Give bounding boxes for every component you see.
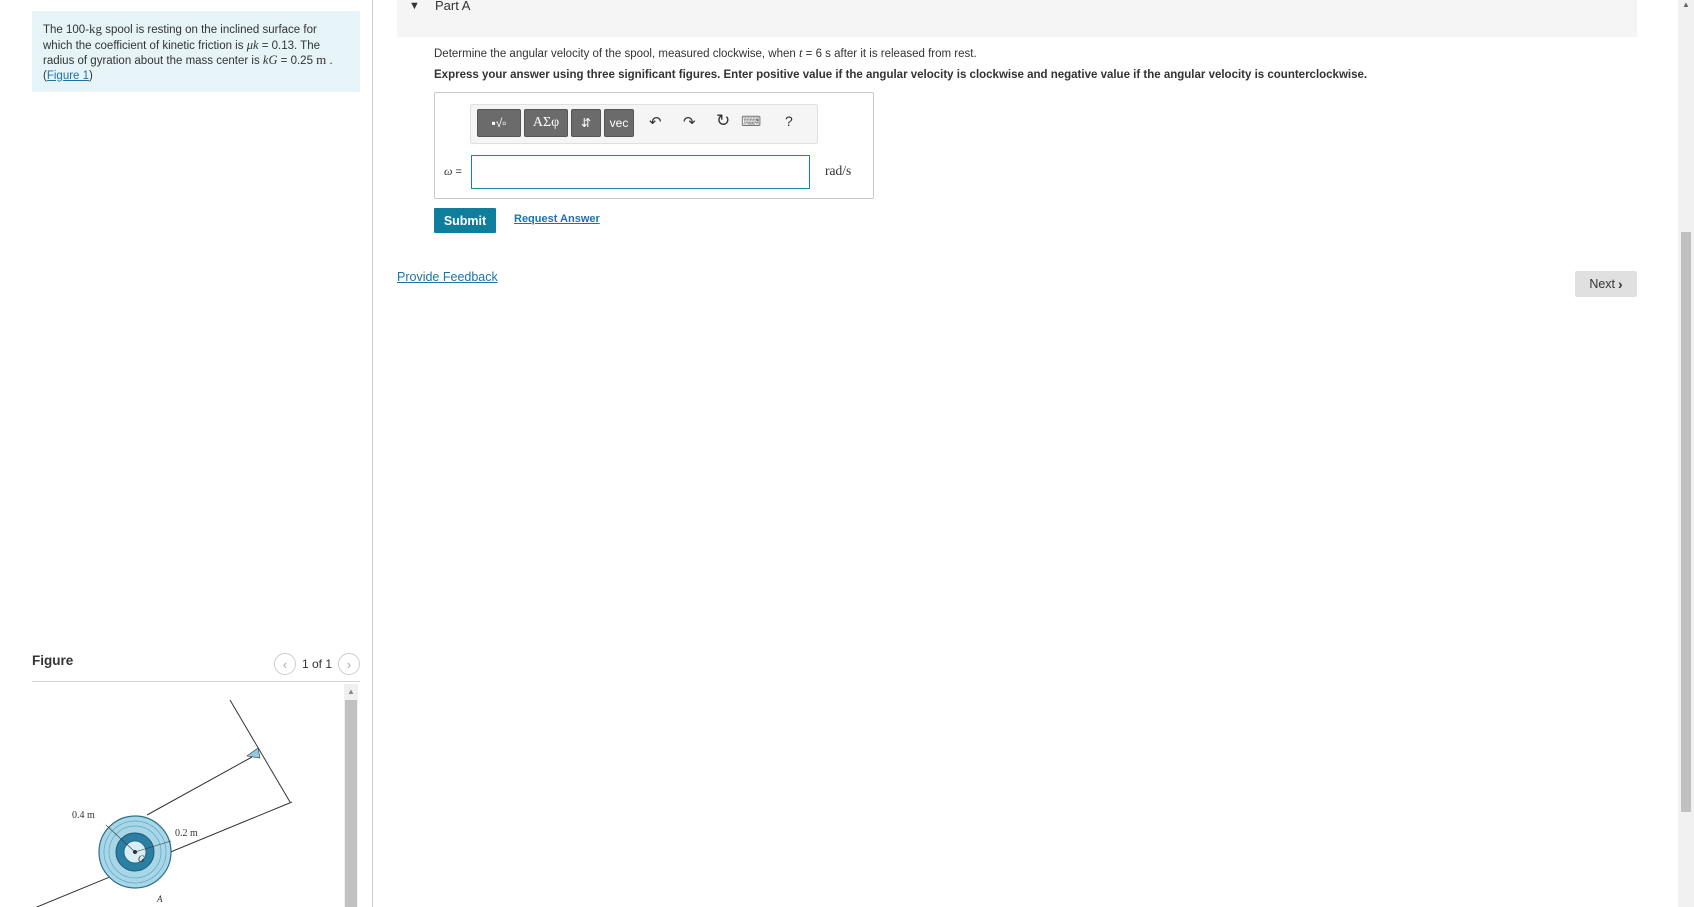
vec-button[interactable]: vec (604, 109, 634, 137)
problem-text: = 0.25 (277, 55, 317, 67)
undo-icon[interactable]: ↶ (649, 113, 662, 131)
problem-text: The 100- (43, 24, 90, 36)
answer-input[interactable] (471, 155, 810, 189)
page-scrollbar[interactable]: ▲ (1678, 0, 1694, 907)
provide-feedback-link[interactable]: Provide Feedback (397, 270, 498, 284)
arrows-icon: ⇵ (580, 116, 592, 130)
mass-unit: kg (89, 21, 103, 36)
outer-radius-label: 0.4 m (72, 810, 95, 821)
left-panel: The 100-kg spool is resting on the incli… (0, 0, 373, 907)
redo-icon[interactable]: ↷ (683, 113, 696, 131)
scroll-up-icon[interactable]: ▲ (1682, 0, 1690, 9)
next-button[interactable]: Next › (1575, 271, 1637, 297)
unit-label: rad/s (825, 163, 852, 178)
mu-symbol: μk (246, 37, 259, 52)
next-label: Next (1589, 277, 1616, 291)
k-symbol: kG (262, 53, 278, 67)
templates-button[interactable]: ▪√▫ (477, 109, 521, 137)
figure-header: Figure ‹ 1 of 1 › (32, 650, 360, 682)
question-part: = 6 s after it is released from rest. (802, 48, 977, 60)
templates-icon: ▪√▫ (491, 116, 507, 130)
math-toolbar: ▪√▫ ΑΣφ ⇵ vec ↶ ↷ ↻ ⌨ ? (470, 104, 818, 144)
question-text: Determine the angular velocity of the sp… (434, 46, 977, 61)
greek-symbols-button[interactable]: ΑΣφ (524, 109, 568, 137)
question-part: Determine the angular velocity of the sp… (434, 48, 799, 60)
length-unit: m (316, 52, 327, 67)
greek-icon: ΑΣφ (532, 115, 560, 130)
help-button[interactable]: ? (785, 113, 793, 129)
scroll-up-icon[interactable]: ▲ (347, 687, 355, 696)
problem-statement: The 100-kg spool is resting on the incli… (32, 11, 360, 92)
figure-link[interactable]: Figure 1 (47, 70, 89, 82)
figure-title: Figure (32, 653, 74, 668)
collapse-caret-icon[interactable]: ▼ (409, 0, 420, 12)
reset-icon[interactable]: ↻ (716, 111, 730, 131)
part-a-header[interactable]: ▼ Part A (397, 0, 1637, 37)
part-title: Part A (435, 0, 471, 13)
paren: ) (89, 69, 93, 82)
figure-pager: ‹ 1 of 1 › (273, 653, 360, 675)
figure-image: 0.4 m 0.2 m G A (32, 684, 360, 907)
request-answer-link[interactable]: Request Answer (514, 213, 600, 225)
prev-figure-button[interactable]: ‹ (273, 653, 296, 675)
vec-label: vec (609, 116, 629, 130)
chevron-right-icon: › (1618, 276, 1623, 292)
answer-instruction: Express your answer using three signific… (434, 69, 1368, 81)
next-figure-button[interactable]: › (338, 653, 360, 675)
chevron-left-icon: ‹ (282, 656, 288, 672)
omega-label: ω = (444, 164, 462, 179)
point-a-label: A (156, 894, 163, 904)
submit-button[interactable]: Submit (434, 208, 496, 233)
pager-text: 1 of 1 (301, 657, 332, 671)
page-scroll-thumb[interactable] (1681, 232, 1691, 812)
spool-diagram: 0.4 m 0.2 m G A (35, 699, 293, 907)
center-label: G (138, 854, 145, 864)
keyboard-icon[interactable]: ⌨ (741, 113, 761, 130)
problem-text: . (326, 55, 333, 67)
figure-scrollbar[interactable]: ▲ (344, 684, 358, 907)
inner-radius-label: 0.2 m (175, 828, 198, 839)
chevron-right-icon: › (346, 656, 352, 672)
equals-sign: = (452, 166, 462, 178)
figure-scroll-thumb[interactable] (345, 700, 357, 907)
arrows-button[interactable]: ⇵ (571, 109, 601, 137)
answer-box: ▪√▫ ΑΣφ ⇵ vec ↶ ↷ ↻ ⌨ ? ω = rad/s (434, 92, 874, 199)
